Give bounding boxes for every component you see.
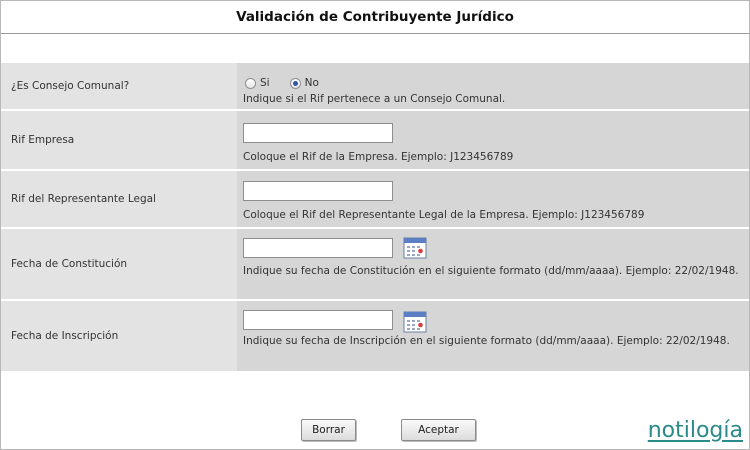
label-cell: Fecha de Constitución: [1, 229, 234, 299]
label-cell: Rif del Representante Legal: [1, 171, 234, 227]
fecha-constitucion-label: Fecha de Constitución: [11, 258, 128, 270]
row-fecha-constitucion: Fecha de Constitución Indique su fecha d…: [1, 229, 749, 299]
field-cell: Si No Indique si el Rif pertenece a un C…: [237, 63, 749, 109]
rif-empresa-hint: Coloque el Rif de la Empresa. Ejemplo: J…: [243, 151, 514, 163]
field-cell: Indique su fecha de Inscripción en el si…: [237, 301, 749, 371]
rif-representante-hint: Coloque el Rif del Representante Legal d…: [243, 209, 645, 221]
label-cell: Fecha de Inscripción: [1, 301, 234, 371]
fecha-constitucion-hint: Indique su fecha de Constitución en el s…: [243, 265, 739, 277]
rif-empresa-label: Rif Empresa: [11, 134, 75, 146]
form-body: ¿Es Consejo Comunal? Si No Indique si el…: [1, 63, 749, 371]
fecha-inscripcion-hint: Indique su fecha de Inscripción en el si…: [243, 335, 730, 347]
consejo-comunal-label: ¿Es Consejo Comunal?: [11, 80, 130, 92]
row-rif-representante: Rif del Representante Legal Coloque el R…: [1, 171, 749, 227]
label-cell: Rif Empresa: [1, 111, 234, 169]
clear-button[interactable]: Borrar: [301, 419, 356, 441]
rif-representante-label: Rif del Representante Legal: [11, 193, 156, 205]
radio-no-label[interactable]: No: [305, 77, 319, 89]
calendar-icon[interactable]: [403, 237, 427, 259]
radio-no[interactable]: [289, 77, 301, 89]
action-bar: Borrar Aceptar: [1, 419, 749, 443]
field-cell: Indique su fecha de Constitución en el s…: [237, 229, 749, 299]
fecha-inscripcion-label: Fecha de Inscripción: [11, 330, 119, 342]
accept-button[interactable]: Aceptar: [401, 419, 476, 441]
row-fecha-inscripcion: Fecha de Inscripción Indique su fecha de…: [1, 301, 749, 371]
radio-si[interactable]: [245, 77, 256, 89]
rif-representante-input[interactable]: [243, 181, 393, 201]
rif-empresa-input[interactable]: [243, 123, 393, 143]
fecha-inscripcion-input[interactable]: [243, 310, 393, 330]
field-cell: Coloque el Rif del Representante Legal d…: [237, 171, 749, 227]
row-consejo-comunal: ¿Es Consejo Comunal? Si No Indique si el…: [1, 63, 749, 109]
consejo-hint: Indique si el Rif pertenece a un Consejo…: [243, 93, 506, 105]
field-cell: Coloque el Rif de la Empresa. Ejemplo: J…: [237, 111, 749, 169]
fecha-constitucion-input[interactable]: [243, 238, 393, 258]
page-title: Validación de Contribuyente Jurídico: [1, 1, 749, 34]
consejo-radio-group: Si No: [245, 77, 339, 89]
calendar-icon[interactable]: [403, 311, 427, 333]
form-window: Validación de Contribuyente Jurídico ¿Es…: [0, 0, 750, 450]
label-cell: ¿Es Consejo Comunal?: [1, 63, 234, 109]
page-title-text: Validación de Contribuyente Jurídico: [236, 9, 514, 25]
watermark-logo: notilogía: [647, 418, 743, 443]
radio-si-label[interactable]: Si: [260, 77, 270, 89]
row-rif-empresa: Rif Empresa Coloque el Rif de la Empresa…: [1, 111, 749, 169]
